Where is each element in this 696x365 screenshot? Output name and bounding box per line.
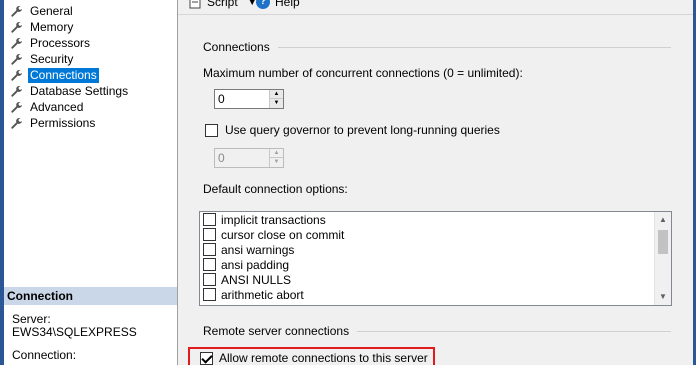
max-connections-stepper[interactable]: 0 ▲ ▼ [214, 89, 284, 109]
remote-section-title: Remote server connections [203, 324, 671, 338]
nav-item-processors[interactable]: Processors [10, 35, 130, 51]
page-list: General Memory Processors Security Conne… [10, 3, 130, 131]
wrench-icon [11, 101, 22, 113]
option-checkbox[interactable] [203, 273, 216, 286]
connection-info: Server: EWS34\SQLEXPRESS Connection: [12, 313, 137, 362]
query-governor-checkbox[interactable] [205, 124, 218, 137]
nav-item-general[interactable]: General [10, 3, 130, 19]
option-checkbox[interactable] [203, 288, 216, 301]
option-label: arithmetic abort [221, 287, 304, 302]
wrench-icon [11, 117, 22, 129]
stepper-up-icon: ▲ [270, 149, 283, 158]
script-icon [189, 0, 201, 9]
option-label: ansi padding [221, 257, 290, 272]
nav-item-connections[interactable]: Connections [10, 67, 130, 83]
nav-item-label: Advanced [30, 99, 84, 114]
wrench-icon [11, 69, 22, 81]
divider [277, 46, 671, 48]
nav-item-advanced[interactable]: Advanced [10, 99, 130, 115]
nav-item-label: Memory [30, 19, 74, 34]
option-checkbox[interactable] [203, 213, 216, 226]
list-item[interactable]: implicit transactions [200, 212, 671, 227]
option-checkbox[interactable] [203, 243, 216, 256]
option-checkbox[interactable] [203, 228, 216, 241]
wrench-icon [11, 85, 22, 97]
wrench-icon [11, 5, 22, 17]
list-item[interactable]: cursor close on commit [200, 227, 671, 242]
stepper-down-icon[interactable]: ▼ [270, 99, 283, 108]
list-scrollbar[interactable]: ▲ ▼ [654, 212, 671, 305]
stepper-down-icon: ▼ [270, 158, 283, 167]
highlight-annotation [188, 347, 435, 365]
section-title-text: Connections [203, 40, 270, 54]
list-item[interactable]: arithmetic abort [200, 287, 671, 302]
nav-item-label: General [30, 3, 73, 18]
section-title-text: Remote server connections [203, 324, 350, 338]
stepper-arrows: ▲ ▼ [269, 90, 283, 108]
default-options-list[interactable]: implicit transactions cursor close on co… [199, 211, 672, 306]
nav-item-label: Permissions [30, 115, 96, 130]
nav-item-memory[interactable]: Memory [10, 19, 130, 35]
nav-item-label: Database Settings [30, 83, 129, 98]
max-connections-label: Maximum number of concurrent connections… [203, 66, 523, 80]
option-checkbox[interactable] [203, 258, 216, 271]
page-navigation-pane: General Memory Processors Security Conne… [4, 0, 178, 365]
scroll-up-icon[interactable]: ▲ [655, 212, 671, 228]
default-options-label: Default connection options: [203, 182, 348, 196]
nav-item-label: Security [30, 51, 74, 66]
max-connections-value: 0 [218, 92, 225, 106]
server-value: EWS34\SQLEXPRESS [12, 325, 137, 339]
list-item[interactable]: ANSI NULLS [200, 272, 671, 287]
properties-content: Script ▼ ? Help Connections Maximum numb… [178, 0, 693, 365]
script-button[interactable]: Script ▼ [188, 0, 257, 9]
scroll-down-icon[interactable]: ▼ [655, 289, 671, 305]
option-label: ansi warnings [221, 242, 295, 257]
option-label: cursor close on commit [221, 227, 345, 242]
toolbar: Script ▼ ? Help [178, 0, 693, 15]
connections-section-title: Connections [203, 40, 671, 54]
help-button[interactable]: ? Help [256, 0, 300, 9]
list-item[interactable]: ansi padding [200, 257, 671, 272]
nav-item-permissions[interactable]: Permissions [10, 115, 130, 131]
list-item[interactable]: ansi warnings [200, 242, 671, 257]
stepper-up-icon[interactable]: ▲ [270, 90, 283, 99]
scroll-thumb[interactable] [658, 230, 668, 254]
divider [357, 330, 671, 332]
stepper-arrows: ▲ ▼ [269, 149, 283, 167]
nav-item-label: Connections [28, 67, 99, 83]
nav-item-security[interactable]: Security [10, 51, 130, 67]
nav-item-database-settings[interactable]: Database Settings [10, 83, 130, 99]
option-label: ANSI NULLS [221, 272, 292, 287]
query-governor-stepper[interactable]: 0 ▲ ▼ [214, 148, 284, 168]
connection-panel-header: Connection [4, 287, 177, 305]
query-governor-value: 0 [218, 151, 225, 165]
wrench-icon [11, 37, 22, 49]
wrench-icon [11, 53, 22, 65]
help-label: Help [275, 0, 300, 9]
option-label: implicit transactions [221, 212, 326, 227]
script-label: Script [207, 0, 238, 9]
query-governor-label: Use query governor to prevent long-runni… [225, 123, 500, 137]
connection-label: Connection: [12, 348, 77, 362]
wrench-icon [11, 21, 22, 33]
nav-item-label: Processors [30, 35, 91, 50]
help-icon: ? [256, 0, 270, 9]
